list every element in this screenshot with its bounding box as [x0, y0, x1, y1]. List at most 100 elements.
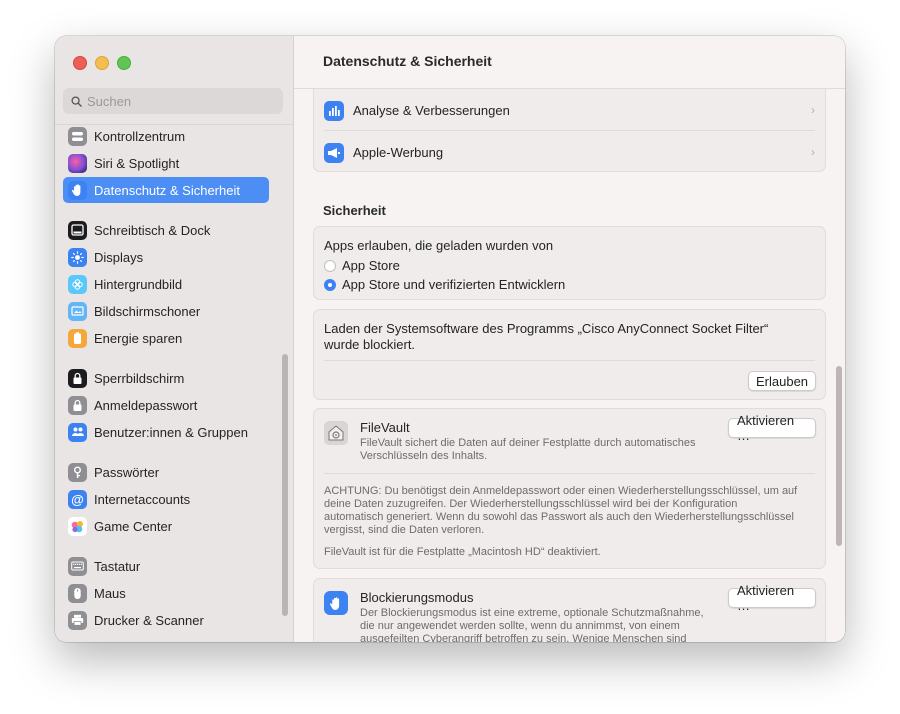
sidebar-item-label: Hintergrundbild: [94, 276, 183, 292]
blocked-text-line2: wurde blockiert.: [324, 337, 416, 352]
filevault-activate-button[interactable]: Aktivieren …: [728, 413, 816, 443]
row-analyse-label: Analyse & Verbesserungen: [353, 103, 510, 118]
sidebar-item-maus[interactable]: Maus: [63, 580, 269, 606]
radio-button[interactable]: [324, 259, 336, 272]
sidebar-item-label: Game Center: [94, 518, 173, 534]
sidebar-item-label: Siri & Spotlight: [94, 155, 180, 171]
sidebar-item-label: Kontrollzentrum: [94, 128, 186, 144]
sidebar-item-datenschutz[interactable]: Datenschutz & Sicherheit: [63, 177, 269, 203]
page-title: Datenschutz & Sicherheit: [323, 53, 492, 69]
blocked-text-line1: Laden der Systemsoftware des Programms „…: [324, 321, 769, 336]
sidebar-item-tastatur[interactable]: Tastatur: [63, 553, 269, 579]
close-button[interactable]: [73, 56, 87, 70]
chart-icon: [324, 101, 344, 121]
lockdown-hand-icon: [324, 591, 348, 615]
sidebar-item-label: Passwörter: [94, 464, 160, 480]
users-icon: [68, 422, 87, 442]
chevron-right-icon[interactable]: ›: [811, 145, 815, 159]
sidebar: Suchen Kontrollzentrum Siri & Spotlight …: [55, 36, 294, 642]
sidebar-item-label: Anmeldepasswort: [94, 397, 198, 413]
row-divider: [324, 130, 815, 131]
mouse-icon: [68, 583, 87, 603]
at-icon: @: [68, 489, 87, 509]
sidebar-item-label: Bildschirmschoner: [94, 303, 201, 319]
chevron-right-icon[interactable]: ›: [811, 103, 815, 117]
sidebar-item-schreibtisch[interactable]: Schreibtisch & Dock: [63, 217, 269, 243]
sidebar-item-sperrbildschirm[interactable]: Sperrbildschirm: [63, 365, 269, 391]
key-icon: [68, 462, 87, 482]
keyboard-icon: [68, 556, 87, 576]
hand-icon: [68, 180, 87, 200]
allow-button[interactable]: Erlauben: [748, 371, 816, 391]
sidebar-item-passwoerter[interactable]: Passwörter: [63, 459, 269, 485]
sidebar-item-bildschirmschoner[interactable]: Bildschirmschoner: [63, 298, 269, 324]
apps-allowed-label: Apps erlauben, die geladen wurden von: [324, 238, 554, 253]
lock-icon: [68, 395, 87, 415]
search-field[interactable]: Suchen: [63, 88, 283, 114]
sidebar-item-drucker[interactable]: Drucker & Scanner: [63, 607, 269, 633]
lockdown-activate-label: Aktivieren …: [737, 583, 795, 613]
lockdown-card: Blockierungsmodus Der Blockierungsmodus …: [313, 578, 826, 642]
filevault-status: FileVault ist für die Festplatte „Macint…: [324, 546, 601, 558]
megaphone-icon: [324, 143, 344, 163]
lockdown-title: Blockierungsmodus: [360, 590, 474, 605]
filevault-warning-line2: deine Daten zuzugreifen. Der Wiederherst…: [324, 498, 738, 510]
card-divider: [324, 473, 815, 474]
sidebar-item-label: Sperrbildschirm: [94, 370, 185, 386]
sidebar-item-anmeldepasswort[interactable]: Anmeldepasswort: [63, 392, 269, 418]
lockdown-activate-button[interactable]: Aktivieren …: [728, 583, 816, 613]
filevault-desc-line1: FileVault sichert die Daten auf deiner F…: [360, 437, 696, 449]
apps-allowed-card: Apps erlauben, die geladen wurden von Ap…: [313, 226, 826, 300]
sidebar-item-label: Drucker & Scanner: [94, 612, 204, 628]
sidebar-item-hintergrundbild[interactable]: Hintergrundbild: [63, 271, 269, 297]
main-scrollbar[interactable]: [836, 366, 842, 546]
lockdown-desc-line1: Der Blockierungsmodus ist eine extreme, …: [360, 607, 704, 619]
filevault-card: FileVault FileVault sichert die Daten au…: [313, 408, 826, 569]
main-pane: Datenschutz & Sicherheit Analyse & Verbe…: [294, 36, 845, 642]
settings-window: Suchen Kontrollzentrum Siri & Spotlight …: [55, 36, 845, 642]
radio-app-store[interactable]: App Store: [324, 258, 400, 273]
display-icon: [68, 247, 87, 267]
blocked-software-card: Laden der Systemsoftware des Programms „…: [313, 309, 826, 400]
sidebar-item-label: Internetaccounts: [94, 491, 191, 507]
minimize-button[interactable]: [95, 56, 109, 70]
filevault-warning-line4: vergisst, sind die Daten verloren.: [324, 524, 485, 536]
lock-screen-icon: [68, 368, 87, 388]
lockdown-desc-line2: die nur angewendet werden sollte, wenn d…: [360, 620, 680, 632]
sidebar-item-label: Benutzer:innen & Gruppen: [94, 424, 248, 440]
sidebar-item-displays[interactable]: Displays: [63, 244, 269, 270]
sidebar-item-siri[interactable]: Siri & Spotlight: [63, 150, 269, 176]
sidebar-scrollbar[interactable]: [282, 354, 288, 616]
sidebar-item-label: Tastatur: [94, 558, 141, 574]
sidebar-item-label: Maus: [94, 585, 126, 601]
window-controls: [73, 56, 131, 70]
dock-icon: [68, 220, 87, 240]
lockdown-desc-line3: ausgefeilten Cyberangriff betroffen zu s…: [360, 633, 687, 642]
toolbar: Datenschutz & Sicherheit: [294, 36, 845, 89]
filevault-icon: [324, 421, 348, 445]
game-center-icon: [68, 516, 87, 536]
privacy-card: Analyse & Verbesserungen › Apple-Werbung…: [313, 89, 826, 172]
filevault-warning-line3: automatisch generiert. Wenn du sowohl da…: [324, 511, 794, 523]
radio-label: App Store: [342, 258, 400, 273]
sidebar-item-energie[interactable]: Energie sparen: [63, 325, 269, 351]
zoom-button[interactable]: [117, 56, 131, 70]
siri-icon: [68, 153, 87, 173]
sidebar-item-label: Energie sparen: [94, 330, 183, 346]
sidebar-item-label: Schreibtisch & Dock: [94, 222, 211, 238]
printer-icon: [68, 610, 87, 630]
radio-app-store-verified[interactable]: App Store und verifizierten Entwicklern: [324, 277, 565, 292]
filevault-title: FileVault: [360, 420, 410, 435]
filevault-desc-line2: Verschlüsseln des Inhalts.: [360, 450, 488, 462]
sidebar-item-internetaccounts[interactable]: @ Internetaccounts: [63, 486, 269, 512]
radio-label: App Store und verifizierten Entwicklern: [342, 277, 566, 292]
allow-button-label: Erlauben: [755, 373, 809, 389]
battery-icon: [68, 328, 87, 348]
wallpaper-icon: [68, 274, 87, 294]
sidebar-item-kontrollzentrum[interactable]: Kontrollzentrum: [63, 123, 269, 149]
sidebar-item-game-center[interactable]: Game Center: [63, 513, 269, 539]
control-center-icon: [68, 126, 87, 146]
filevault-warning-line1: ACHTUNG: Du benötigst dein Anmeldepasswo…: [324, 485, 798, 497]
sidebar-item-benutzer[interactable]: Benutzer:innen & Gruppen: [63, 419, 269, 445]
radio-button-selected[interactable]: [324, 278, 336, 291]
